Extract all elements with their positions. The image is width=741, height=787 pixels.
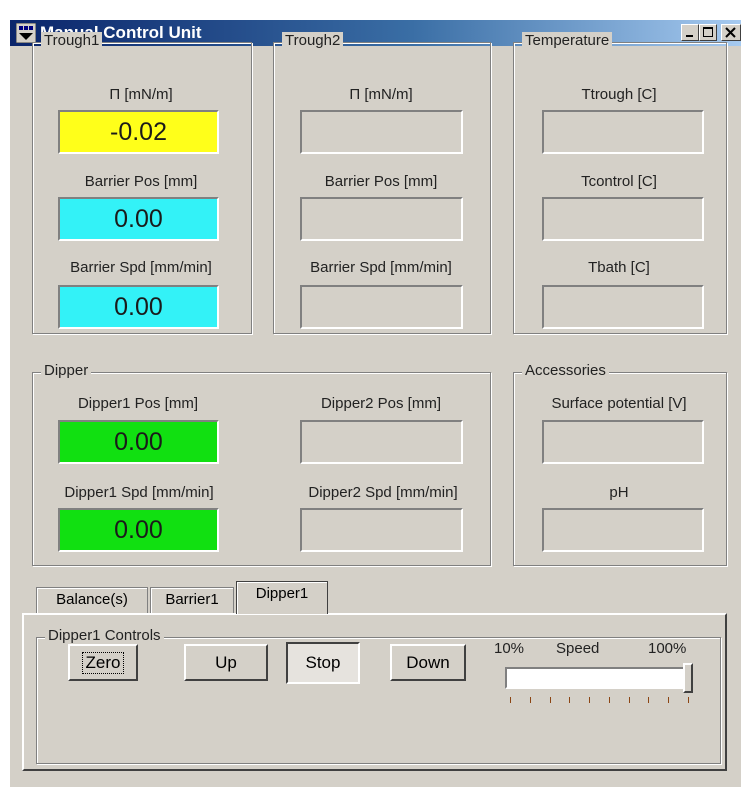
- slider-tick: [529, 697, 531, 703]
- slider-tick: [549, 697, 551, 703]
- slider-tick: [510, 697, 511, 703]
- slider-tick: [589, 697, 591, 703]
- dipper2-spd-value: [300, 508, 463, 552]
- slider-tick: [628, 697, 630, 703]
- speed-slider-thumb[interactable]: [683, 663, 693, 693]
- slider-tick: [648, 697, 650, 703]
- dipper1-controls-legend: Dipper1 Controls: [45, 627, 164, 645]
- maximize-button[interactable]: [699, 24, 717, 41]
- minimize-icon: [686, 35, 693, 37]
- surface-potential-label: Surface potential [V]: [551, 395, 687, 412]
- ph-label: pH: [609, 484, 629, 501]
- trough1-barrier-spd-label: Barrier Spd [mm/min]: [70, 259, 212, 276]
- maximize-icon: [703, 27, 713, 37]
- trough1-pi-label: Π [mN/m]: [109, 86, 173, 103]
- close-button[interactable]: [721, 24, 741, 41]
- temperature-legend: Temperature: [522, 32, 613, 50]
- trough2-barrier-pos-label: Barrier Pos [mm]: [324, 173, 438, 190]
- speed-slider[interactable]: [505, 663, 697, 703]
- trough1-barrier-pos-value: 0.00: [58, 197, 219, 241]
- slider-tick: [608, 697, 610, 703]
- app-icon: [16, 23, 36, 43]
- dipper1-spd-value: 0.00: [58, 508, 219, 552]
- dipper2-pos-value: [300, 420, 463, 464]
- close-icon: [725, 27, 736, 38]
- slider-tick: [668, 697, 670, 703]
- tab-balances[interactable]: Balance(s): [36, 587, 148, 614]
- dipper2-pos-label: Dipper2 Pos [mm]: [320, 395, 442, 412]
- accessories-legend: Accessories: [522, 362, 609, 380]
- tbath-label: Tbath [C]: [588, 259, 650, 276]
- down-button[interactable]: Down: [390, 644, 466, 681]
- trough2-pi-label: Π [mN/m]: [349, 86, 413, 103]
- up-button[interactable]: Up: [184, 644, 268, 681]
- tcontrol-value: [542, 197, 704, 241]
- trough1-pi-value: -0.02: [58, 110, 219, 154]
- trough2-pi-value: [300, 110, 463, 154]
- slider-tick: [569, 697, 571, 703]
- down-button-label: Down: [406, 652, 450, 672]
- minimize-button[interactable]: [681, 24, 699, 41]
- ph-value: [542, 508, 704, 552]
- ttrough-value: [542, 110, 704, 154]
- trough1-barrier-pos-label: Barrier Pos [mm]: [84, 173, 198, 190]
- tab-dipper1[interactable]: Dipper1: [236, 581, 328, 614]
- ttrough-label: Ttrough [C]: [581, 86, 657, 103]
- zero-button-label: Zero: [81, 651, 125, 674]
- trough2-barrier-pos-value: [300, 197, 463, 241]
- speed-slider-track: [505, 667, 693, 689]
- slider-tick: [688, 697, 689, 703]
- slider-max-label: 100%: [648, 640, 687, 657]
- trough1-legend: Trough1: [41, 32, 103, 50]
- stop-button-label: Stop: [305, 653, 341, 672]
- stop-button[interactable]: Stop: [286, 642, 360, 684]
- dipper-legend: Dipper: [41, 362, 92, 380]
- tbath-value: [542, 285, 704, 329]
- dipper1-pos-value: 0.00: [58, 420, 219, 464]
- trough2-legend: Trough2: [282, 32, 344, 50]
- dipper1-spd-label: Dipper1 Spd [mm/min]: [64, 484, 214, 501]
- slider-min-label: 10%: [494, 640, 525, 657]
- trough2-barrier-spd-value: [300, 285, 463, 329]
- tab-barrier1[interactable]: Barrier1: [150, 587, 234, 614]
- surface-potential-value: [542, 420, 704, 464]
- tcontrol-label: Tcontrol [C]: [581, 173, 657, 190]
- dipper2-spd-label: Dipper2 Spd [mm/min]: [308, 484, 458, 501]
- zero-button[interactable]: Zero: [68, 644, 138, 681]
- up-button-label: Up: [215, 652, 237, 672]
- trough2-barrier-spd-label: Barrier Spd [mm/min]: [310, 259, 452, 276]
- dipper1-pos-label: Dipper1 Pos [mm]: [77, 395, 199, 412]
- trough1-barrier-spd-value: 0.00: [58, 285, 219, 329]
- slider-speed-label: Speed: [556, 640, 600, 657]
